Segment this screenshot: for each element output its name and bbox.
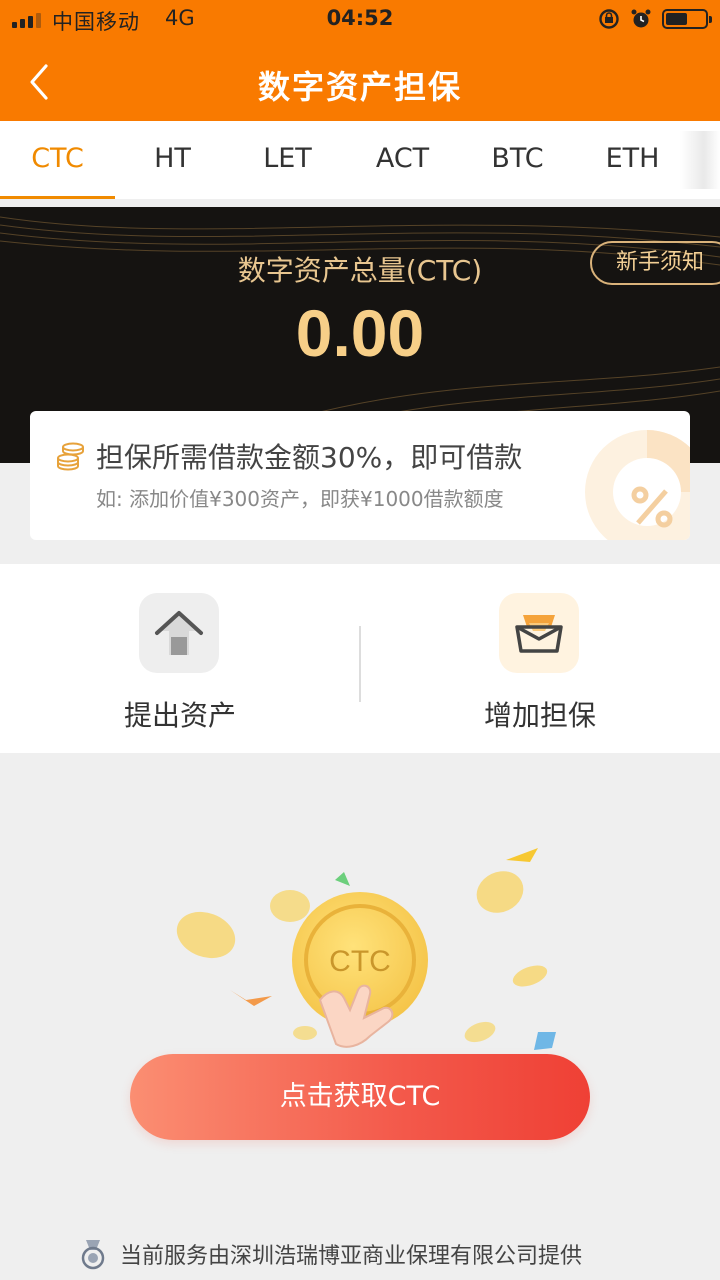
beginner-guide-button[interactable]: 新手须知 [590, 241, 720, 285]
tab-eth[interactable]: ETH [575, 121, 690, 199]
alarm-icon [631, 9, 651, 28]
add-guarantee-label: 增加担保 [483, 699, 596, 732]
percent-chart-icon [585, 430, 690, 540]
add-guarantee-button[interactable]: 增加担保 [360, 564, 720, 753]
status-bar: 中国移动 4G 04:52 [0, 0, 720, 40]
page-title: 数字资产担保 [257, 68, 462, 106]
card-title: 担保所需借款金额30%，即可借款 [96, 441, 523, 474]
withdraw-asset-button[interactable]: 提出资产 [0, 564, 360, 753]
service-provider-text: 当前服务由深圳浩瑞博亚商业保理有限公司提供 [120, 1244, 583, 1269]
status-icons [588, 7, 712, 33]
coin-label: CTC [329, 945, 391, 978]
get-ctc-button[interactable]: 点击获取CTC [130, 1054, 590, 1140]
top-bar: 中国移动 4G 04:52 数字资产担保 [0, 0, 720, 121]
tab-act[interactable]: ACT [345, 121, 460, 199]
coin-hand-illustration: CTC [176, 848, 556, 1050]
rotation-lock-icon [599, 9, 619, 29]
tab-ctc[interactable]: CTC [0, 121, 115, 199]
upload-arrow-icon [139, 593, 219, 673]
loan-info-card: 担保所需借款金额30%，即可借款 如: 添加价值¥300资产，即获¥1000借款… [30, 411, 690, 540]
footer: 当前服务由深圳浩瑞博亚商业保理有限公司提供 [0, 1232, 720, 1272]
tab-let[interactable]: LET [230, 121, 345, 199]
asset-tabs: CTC HT LET ACT BTC ETH [0, 121, 720, 199]
tabs-scroll-fade [680, 131, 720, 189]
asset-total-value: 0.00 [295, 296, 425, 370]
action-panel: 提出资产 增加担保 [0, 564, 720, 753]
withdraw-asset-label: 提出资产 [123, 699, 236, 732]
battery-icon [662, 9, 712, 29]
wallet-box-icon [499, 593, 579, 673]
tab-ht[interactable]: HT [115, 121, 230, 199]
medal-icon [81, 1240, 105, 1270]
tab-btc[interactable]: BTC [460, 121, 575, 199]
card-subtitle: 如: 添加价值¥300资产，即获¥1000借款额度 [96, 487, 504, 511]
coins-icon [57, 442, 84, 471]
